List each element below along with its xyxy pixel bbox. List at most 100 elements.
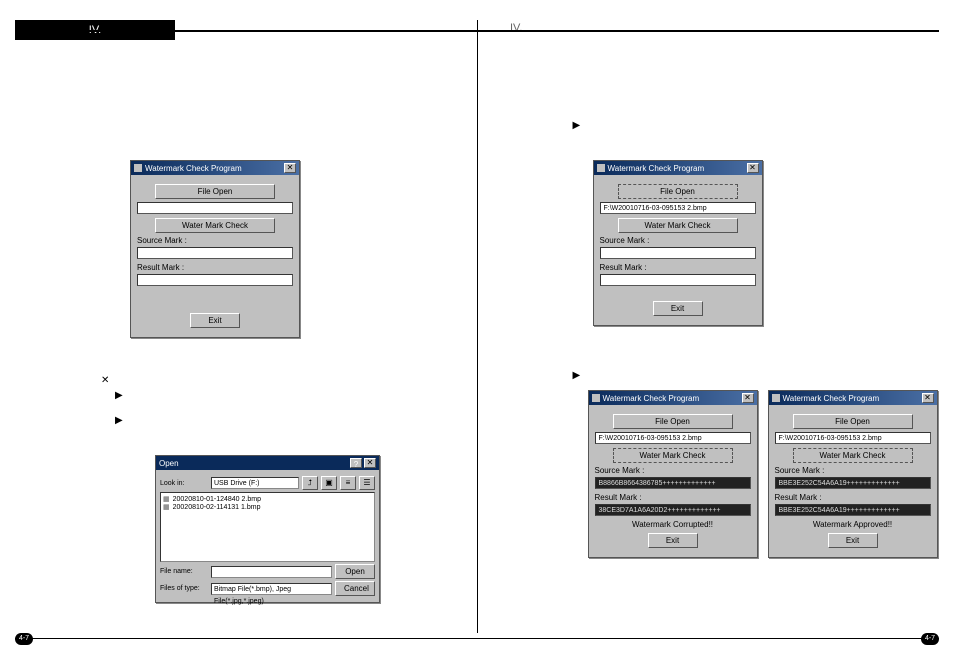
file-open-label: File Open xyxy=(835,417,870,426)
source-mark-field: BBE3E252C54A6A19+++++++++++++ xyxy=(775,477,931,489)
watermark-check-label: Water Mark Check xyxy=(645,221,711,230)
titlebar[interactable]: Watermark Check Program ✕ xyxy=(594,161,762,175)
watermark-check-button[interactable]: Water Mark Check xyxy=(793,448,913,463)
watermark-check-button[interactable]: Water Mark Check xyxy=(613,448,733,463)
watermark-dialog-a: Watermark Check Program ✕ File Open Wate… xyxy=(130,160,300,338)
open-dialog: Open ? ✕ Look in: USB Drive (F:) ⮥ ▣ ≡ ☰… xyxy=(155,455,380,603)
window-title: Watermark Check Program xyxy=(608,164,747,173)
file-open-label: File Open xyxy=(655,417,690,426)
watermark-check-label: Water Mark Check xyxy=(640,451,706,460)
filename-input[interactable] xyxy=(211,566,332,578)
close-icon[interactable]: ✕ xyxy=(922,393,934,403)
filetype-dropdown[interactable]: Bitmap File(*.bmp), Jpeg File(*.jpg,*.jp… xyxy=(211,583,332,595)
titlebar[interactable]: Open ? ✕ xyxy=(156,456,379,470)
lookin-dropdown[interactable]: USB Drive (F:) xyxy=(211,477,299,489)
window-title: Watermark Check Program xyxy=(145,164,284,173)
close-icon[interactable]: ✕ xyxy=(747,163,759,173)
exit-label: Exit xyxy=(671,304,684,313)
result-mark-field: 38CE3D7A1A6A20D2+++++++++++++ xyxy=(595,504,751,516)
exit-button[interactable]: Exit xyxy=(190,313,240,328)
bullet-icon: ▶ xyxy=(115,415,123,426)
watermark-check-label: Water Mark Check xyxy=(820,451,886,460)
left-column: Watermark Check Program ✕ File Open Wate… xyxy=(15,20,477,633)
close-icon[interactable]: ✕ xyxy=(284,163,296,173)
exit-button[interactable]: Exit xyxy=(653,301,703,316)
help-icon[interactable]: ? xyxy=(350,458,362,468)
file-open-label: File Open xyxy=(198,187,233,196)
filename-label: File name: xyxy=(160,568,208,575)
source-mark-field: B8866B8664386785+++++++++++++ xyxy=(595,477,751,489)
app-icon xyxy=(772,394,780,402)
new-folder-icon[interactable]: ▣ xyxy=(321,476,337,490)
file-path-field[interactable]: F:\W20010716-03-095153 2.bmp xyxy=(775,432,931,444)
footer-rule xyxy=(15,638,939,639)
file-path-field[interactable]: F:\W20010716-03-095153 2.bmp xyxy=(600,202,756,214)
exit-label: Exit xyxy=(666,536,679,545)
source-mark-label: Source Mark : xyxy=(775,466,931,475)
result-mark-field xyxy=(137,274,293,286)
window-body: File Open F:\W20010716-03-095153 2.bmp W… xyxy=(594,175,762,325)
source-mark-label: Source Mark : xyxy=(600,236,756,245)
page-number-left: 4-7 xyxy=(15,633,33,645)
page-number-right: 4-7 xyxy=(921,633,939,645)
app-icon xyxy=(134,164,142,172)
bullet-icon: ▶ xyxy=(573,370,581,381)
window-body: File Open Water Mark Check Source Mark :… xyxy=(131,175,299,337)
window-title: Open xyxy=(159,459,348,468)
result-mark-field xyxy=(600,274,756,286)
result-mark-label: Result Mark : xyxy=(775,493,931,502)
file-open-button[interactable]: File Open xyxy=(793,414,913,429)
result-mark-field: BBE3E252C54A6A19+++++++++++++ xyxy=(775,504,931,516)
up-folder-icon[interactable]: ⮥ xyxy=(302,476,318,490)
file-path-field[interactable]: F:\W20010716-03-095153 2.bmp xyxy=(595,432,751,444)
window-title: Watermark Check Program xyxy=(603,394,742,403)
source-mark-label: Source Mark : xyxy=(595,466,751,475)
bullet-icon: ▶ xyxy=(115,390,123,401)
open-button[interactable]: Open xyxy=(335,564,375,579)
bullet-icon: ▶ xyxy=(573,120,581,131)
titlebar[interactable]: Watermark Check Program ✕ xyxy=(769,391,937,405)
app-icon xyxy=(597,164,605,172)
close-icon[interactable]: ✕ xyxy=(364,458,376,468)
status-text: Watermark Approved!! xyxy=(775,520,931,529)
cancel-button[interactable]: Cancel xyxy=(335,581,375,596)
source-mark-label: Source Mark : xyxy=(137,236,293,245)
titlebar[interactable]: Watermark Check Program ✕ xyxy=(131,161,299,175)
window-body: Look in: USB Drive (F:) ⮥ ▣ ≡ ☰ 20020810… xyxy=(156,470,379,602)
watermark-dialog-corrupted: Watermark Check Program ✕ File Open F:\W… xyxy=(588,390,758,558)
close-icon[interactable]: ✕ xyxy=(742,393,754,403)
source-mark-field xyxy=(600,247,756,259)
exit-button[interactable]: Exit xyxy=(828,533,878,548)
watermark-dialog-approved: Watermark Check Program ✕ File Open F:\W… xyxy=(768,390,938,558)
file-path-field[interactable] xyxy=(137,202,293,214)
file-open-button[interactable]: File Open xyxy=(613,414,733,429)
filetype-row: Files of type: Bitmap File(*.bmp), Jpeg … xyxy=(160,581,375,596)
right-column: ▶ Watermark Check Program ✕ File Open F:… xyxy=(478,20,940,633)
window-title: Watermark Check Program xyxy=(783,394,922,403)
result-mark-label: Result Mark : xyxy=(600,263,756,272)
file-open-button[interactable]: File Open xyxy=(155,184,275,199)
list-item[interactable]: 20020810-02-114131 1.bmp xyxy=(163,503,372,511)
titlebar[interactable]: Watermark Check Program ✕ xyxy=(589,391,757,405)
details-view-icon[interactable]: ☰ xyxy=(359,476,375,490)
app-icon xyxy=(592,394,600,402)
list-view-icon[interactable]: ≡ xyxy=(340,476,356,490)
exit-label: Exit xyxy=(846,536,859,545)
lookin-row: Look in: USB Drive (F:) ⮥ ▣ ≡ ☰ xyxy=(160,476,375,490)
list-item[interactable]: 20020810-01-124840 2.bmp xyxy=(163,495,372,503)
exit-button[interactable]: Exit xyxy=(648,533,698,548)
result-mark-label: Result Mark : xyxy=(137,263,293,272)
window-body: File Open F:\W20010716-03-095153 2.bmp W… xyxy=(769,405,937,557)
source-mark-field xyxy=(137,247,293,259)
file-list[interactable]: 20020810-01-124840 2.bmp 20020810-02-114… xyxy=(160,492,375,562)
lookin-label: Look in: xyxy=(160,480,208,487)
filename-row: File name: Open xyxy=(160,564,375,579)
watermark-check-button[interactable]: Water Mark Check xyxy=(618,218,738,233)
file-open-button[interactable]: File Open xyxy=(618,184,738,199)
result-mark-label: Result Mark : xyxy=(595,493,751,502)
window-body: File Open F:\W20010716-03-095153 2.bmp W… xyxy=(589,405,757,557)
watermark-check-button[interactable]: Water Mark Check xyxy=(155,218,275,233)
watermark-dialog-b: Watermark Check Program ✕ File Open F:\W… xyxy=(593,160,763,326)
exit-label: Exit xyxy=(208,316,221,325)
file-open-label: File Open xyxy=(660,187,695,196)
